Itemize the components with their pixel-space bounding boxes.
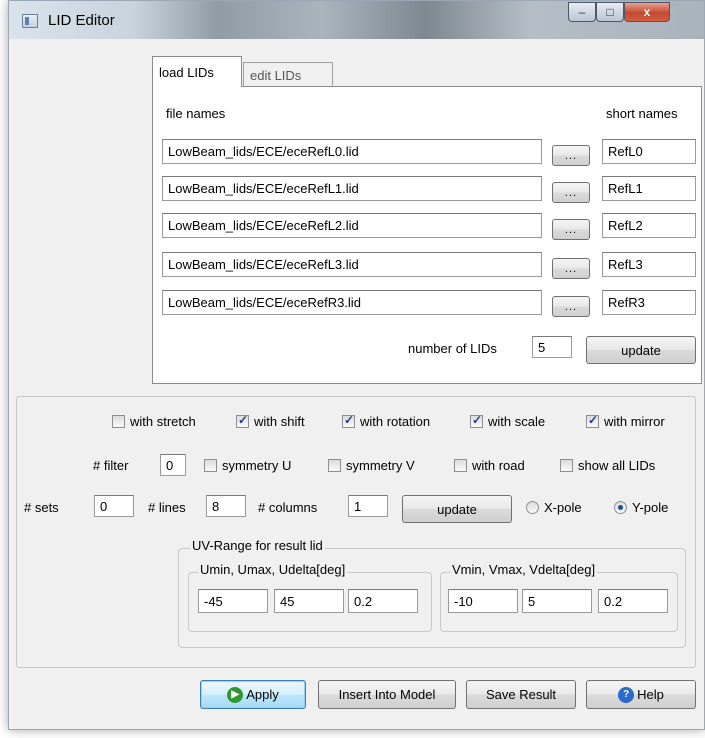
number-of-lids-label: number of LIDs (408, 341, 497, 356)
with-stretch-checkbox[interactable]: with stretch (112, 414, 196, 429)
u-max-field[interactable]: 45 (274, 589, 344, 613)
minimize-button[interactable]: – (568, 2, 596, 22)
short-name-field-2[interactable]: RefL2 (602, 213, 696, 238)
checkbox-box (454, 459, 467, 472)
filter-field[interactable]: 0 (160, 454, 186, 476)
file-names-header: file names (166, 106, 226, 121)
with-scale-checkbox[interactable]: with scale (470, 413, 545, 429)
symmetry-v-checkbox[interactable]: symmetry V (328, 458, 415, 473)
sets-label: # sets (24, 500, 59, 515)
sets-field[interactable]: 0 (94, 495, 134, 517)
apply-button[interactable]: ▶ Apply (200, 680, 306, 709)
insert-into-model-button[interactable]: Insert Into Model (318, 680, 456, 709)
v-delta-field[interactable]: 0.2 (598, 589, 668, 613)
radio-dot (526, 501, 539, 514)
y-pole-radio[interactable]: Y-pole (614, 500, 668, 515)
file-name-field-1[interactable]: LowBeam_lids/ECE/eceRefL1.lid (162, 176, 542, 201)
u-min-field[interactable]: -45 (198, 589, 268, 613)
checkbox-box (112, 415, 125, 428)
show-all-lids-checkbox[interactable]: show all LIDs (560, 458, 655, 473)
maximize-button[interactable]: □ (596, 2, 624, 22)
file-name-field-4[interactable]: LowBeam_lids/ECE/eceRefR3.lid (162, 290, 542, 315)
file-name-field-2[interactable]: LowBeam_lids/ECE/eceRefL2.lid (162, 213, 542, 238)
short-names-header: short names (606, 106, 678, 121)
update-lids-button[interactable]: update (586, 336, 696, 364)
close-button[interactable]: x (624, 2, 670, 22)
help-icon: ? (618, 686, 635, 703)
v-min-field[interactable]: -10 (448, 589, 518, 613)
u-delta-field[interactable]: 0.2 (348, 589, 418, 613)
tab-load-lids[interactable]: load LIDs (152, 56, 242, 87)
lines-label: # lines (148, 500, 186, 515)
checkbox-box (328, 459, 341, 472)
browse-button-2[interactable]: ... (552, 219, 590, 240)
with-shift-checkbox[interactable]: with shift (236, 413, 305, 429)
v-range-label: Vmin, Vmax, Vdelta[deg] (450, 562, 598, 577)
checkbox-box (236, 413, 249, 428)
short-name-field-0[interactable]: RefL0 (602, 139, 696, 164)
checkbox-box (204, 459, 217, 472)
v-max-field[interactable]: 5 (522, 589, 592, 613)
uv-range-label: UV-Range for result lid (190, 538, 325, 553)
window-title: LID Editor (48, 12, 115, 29)
with-rotation-checkbox[interactable]: with rotation (342, 413, 430, 429)
browse-button-3[interactable]: ... (552, 258, 590, 279)
with-mirror-checkbox[interactable]: with mirror (586, 413, 665, 429)
short-name-field-4[interactable]: RefR3 (602, 290, 696, 315)
save-result-button[interactable]: Save Result (466, 680, 576, 709)
u-range-label: Umin, Umax, Udelta[deg] (198, 562, 348, 577)
with-road-checkbox[interactable]: with road (454, 458, 525, 473)
number-of-lids-field[interactable]: 5 (532, 336, 572, 358)
symmetry-u-checkbox[interactable]: symmetry U (204, 458, 291, 473)
browse-button-4[interactable]: ... (552, 296, 590, 317)
app-icon (22, 14, 38, 28)
file-name-field-0[interactable]: LowBeam_lids/ECE/eceRefL0.lid (162, 139, 542, 164)
update-options-button[interactable]: update (402, 495, 512, 523)
checkbox-box (342, 413, 355, 428)
help-button[interactable]: ? Help (586, 680, 696, 709)
browse-button-0[interactable]: ... (552, 145, 590, 166)
play-icon: ▶ (227, 686, 244, 703)
short-name-field-1[interactable]: RefL1 (602, 176, 696, 201)
columns-label: # columns (258, 500, 318, 515)
checkbox-box (470, 413, 483, 428)
lines-field[interactable]: 8 (206, 495, 246, 517)
checkbox-box (586, 413, 599, 428)
browse-button-1[interactable]: ... (552, 182, 590, 203)
tab-edit-lids[interactable]: edit LIDs (243, 62, 333, 87)
radio-dot (614, 501, 627, 514)
short-name-field-3[interactable]: RefL3 (602, 252, 696, 277)
file-name-field-3[interactable]: LowBeam_lids/ECE/eceRefL3.lid (162, 252, 542, 277)
columns-field[interactable]: 1 (348, 495, 388, 517)
checkbox-box (560, 459, 573, 472)
filter-label: # filter (93, 458, 129, 473)
x-pole-radio[interactable]: X-pole (526, 500, 582, 515)
